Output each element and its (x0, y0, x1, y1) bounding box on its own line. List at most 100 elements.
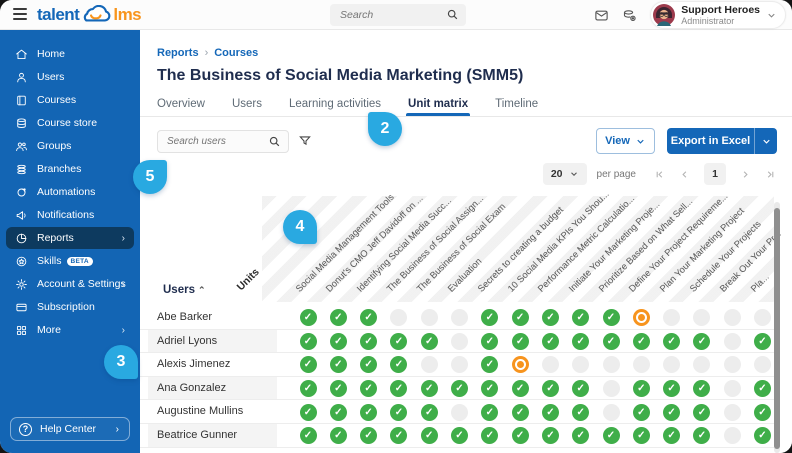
vertical-scrollbar[interactable] (774, 202, 780, 453)
view-button[interactable]: View (596, 128, 655, 154)
status-completed-icon[interactable]: ✓ (330, 309, 347, 326)
user-name-cell[interactable]: Alexis Jimenez (148, 353, 277, 376)
status-completed-icon[interactable]: ✓ (451, 380, 468, 397)
status-completed-icon[interactable]: ✓ (300, 333, 317, 350)
messages-icon[interactable] (594, 8, 609, 23)
user-name-cell[interactable]: Adriel Lyons (148, 330, 277, 353)
status-completed-icon[interactable]: ✓ (663, 380, 680, 397)
status-completed-icon[interactable]: ✓ (360, 427, 377, 444)
status-completed-icon[interactable]: ✓ (300, 404, 317, 421)
status-completed-icon[interactable]: ✓ (481, 356, 498, 373)
status-completed-icon[interactable]: ✓ (512, 404, 529, 421)
status-completed-icon[interactable]: ✓ (421, 404, 438, 421)
status-completed-icon[interactable]: ✓ (603, 309, 620, 326)
status-not-attempted-icon[interactable] (451, 333, 468, 350)
tab-learning-activities[interactable]: Learning activities (289, 94, 381, 116)
status-completed-icon[interactable]: ✓ (633, 380, 650, 397)
status-completed-icon[interactable]: ✓ (360, 333, 377, 350)
status-not-attempted-icon[interactable] (451, 356, 468, 373)
status-not-attempted-icon[interactable] (663, 309, 680, 326)
sidebar-item-groups[interactable]: Groups (6, 135, 134, 157)
status-completed-icon[interactable]: ✓ (603, 427, 620, 444)
sidebar-item-notifications[interactable]: Notifications (6, 204, 134, 226)
status-completed-icon[interactable]: ✓ (300, 356, 317, 373)
status-not-attempted-icon[interactable] (421, 356, 438, 373)
status-completed-icon[interactable]: ✓ (330, 380, 347, 397)
status-completed-icon[interactable]: ✓ (663, 333, 680, 350)
sidebar-item-course-store[interactable]: Course store (6, 112, 134, 134)
first-page-icon[interactable] (654, 169, 665, 180)
sidebar-item-help-center[interactable]: ? Help Center › (10, 417, 130, 441)
status-not-attempted-icon[interactable] (451, 404, 468, 421)
status-completed-icon[interactable]: ✓ (542, 309, 559, 326)
status-in-progress-icon[interactable] (633, 309, 650, 326)
billing-settings-icon[interactable] (622, 8, 637, 23)
tab-users[interactable]: Users (232, 94, 262, 116)
status-not-attempted-icon[interactable] (451, 309, 468, 326)
status-completed-icon[interactable]: ✓ (754, 427, 771, 444)
status-completed-icon[interactable]: ✓ (663, 427, 680, 444)
status-completed-icon[interactable]: ✓ (421, 380, 438, 397)
breadcrumb-courses[interactable]: Courses (214, 47, 258, 59)
status-completed-icon[interactable]: ✓ (360, 356, 377, 373)
status-completed-icon[interactable]: ✓ (330, 404, 347, 421)
talentlms-logo[interactable]: talent lms (37, 3, 141, 27)
sidebar-item-subscription[interactable]: Subscription (6, 296, 134, 318)
status-not-attempted-icon[interactable] (572, 356, 589, 373)
status-not-attempted-icon[interactable] (603, 356, 620, 373)
status-not-attempted-icon[interactable] (724, 380, 741, 397)
user-name-cell[interactable]: Augustine Mullins (148, 400, 277, 423)
users-column-header[interactable]: Users⌃ (163, 284, 206, 296)
status-completed-icon[interactable]: ✓ (633, 333, 650, 350)
export-in-excel-button[interactable]: Export in Excel (667, 128, 754, 154)
status-not-attempted-icon[interactable] (390, 309, 407, 326)
status-not-attempted-icon[interactable] (724, 309, 741, 326)
status-not-attempted-icon[interactable] (693, 356, 710, 373)
status-completed-icon[interactable]: ✓ (572, 404, 589, 421)
next-page-icon[interactable] (740, 169, 751, 180)
status-completed-icon[interactable]: ✓ (481, 309, 498, 326)
status-completed-icon[interactable]: ✓ (330, 356, 347, 373)
status-completed-icon[interactable]: ✓ (390, 333, 407, 350)
status-completed-icon[interactable]: ✓ (390, 356, 407, 373)
prev-page-icon[interactable] (679, 169, 690, 180)
status-not-attempted-icon[interactable] (663, 356, 680, 373)
status-completed-icon[interactable]: ✓ (360, 380, 377, 397)
sidebar-item-users[interactable]: Users (6, 66, 134, 88)
tab-overview[interactable]: Overview (157, 94, 205, 116)
status-completed-icon[interactable]: ✓ (754, 404, 771, 421)
sidebar-item-account-settings[interactable]: Account & Settings› (6, 273, 134, 295)
status-completed-icon[interactable]: ✓ (542, 427, 559, 444)
status-completed-icon[interactable]: ✓ (481, 404, 498, 421)
user-name-cell[interactable]: Abe Barker (148, 306, 277, 329)
status-not-attempted-icon[interactable] (603, 404, 620, 421)
status-completed-icon[interactable]: ✓ (481, 427, 498, 444)
status-completed-icon[interactable]: ✓ (330, 427, 347, 444)
status-completed-icon[interactable]: ✓ (693, 427, 710, 444)
hamburger-menu-icon[interactable] (13, 8, 27, 20)
status-completed-icon[interactable]: ✓ (360, 309, 377, 326)
search-icon[interactable] (446, 8, 459, 21)
status-completed-icon[interactable]: ✓ (572, 333, 589, 350)
sidebar-item-branches[interactable]: Branches (6, 158, 134, 180)
user-name-cell[interactable]: Beatrice Gunner (148, 424, 277, 447)
status-completed-icon[interactable]: ✓ (693, 333, 710, 350)
status-completed-icon[interactable]: ✓ (481, 333, 498, 350)
status-completed-icon[interactable]: ✓ (481, 380, 498, 397)
status-completed-icon[interactable]: ✓ (512, 427, 529, 444)
status-completed-icon[interactable]: ✓ (754, 333, 771, 350)
status-not-attempted-icon[interactable] (724, 333, 741, 350)
status-completed-icon[interactable]: ✓ (572, 309, 589, 326)
search-icon[interactable] (268, 135, 281, 148)
tab-timeline[interactable]: Timeline (495, 94, 538, 116)
status-completed-icon[interactable]: ✓ (572, 380, 589, 397)
sidebar-item-more[interactable]: More› (6, 319, 134, 341)
status-completed-icon[interactable]: ✓ (693, 404, 710, 421)
status-completed-icon[interactable]: ✓ (360, 404, 377, 421)
status-in-progress-icon[interactable] (512, 356, 529, 373)
last-page-icon[interactable] (765, 169, 776, 180)
status-completed-icon[interactable]: ✓ (542, 404, 559, 421)
status-completed-icon[interactable]: ✓ (633, 404, 650, 421)
status-completed-icon[interactable]: ✓ (633, 427, 650, 444)
status-completed-icon[interactable]: ✓ (542, 333, 559, 350)
